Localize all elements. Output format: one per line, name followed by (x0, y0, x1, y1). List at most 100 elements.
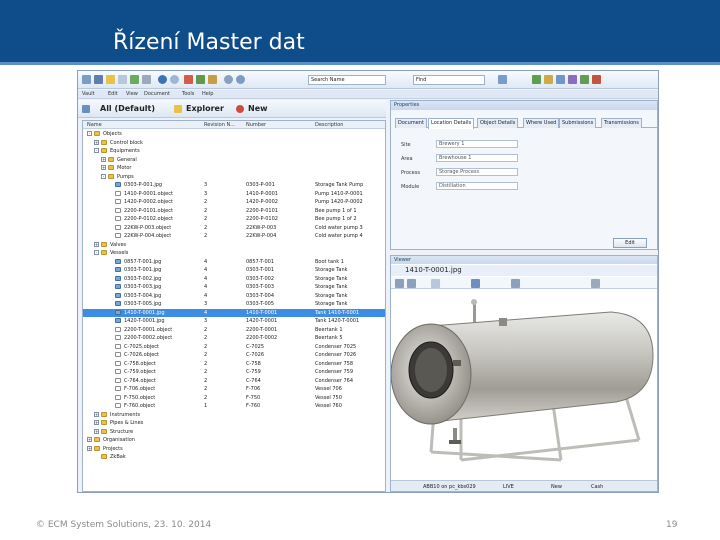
copy-icon[interactable] (118, 75, 127, 84)
tree-row[interactable]: 2200-T-0002.object 2 2200-T-0002 Beertank 5 (83, 334, 385, 342)
copy-design-icon[interactable] (208, 75, 217, 84)
tree-row[interactable]: + Projects (83, 445, 385, 453)
menu-view[interactable]: View (126, 91, 138, 97)
tree-row[interactable]: + Valves (83, 241, 385, 249)
tree-row[interactable]: + Instruments (83, 411, 385, 419)
tool-icon-4[interactable] (568, 75, 577, 84)
tree-row[interactable]: 2200-P-0101.object 2 2200-P-0101 Bee pump 1… (83, 207, 385, 215)
search-input[interactable]: Find (413, 75, 485, 85)
tree-row[interactable]: 0303-T-002.jpg 4 0303-T-002 Storage Tank (83, 275, 385, 283)
col-number[interactable]: Number (246, 122, 266, 128)
print-icon[interactable] (142, 75, 151, 84)
home-icon[interactable] (82, 75, 91, 84)
tree-row[interactable]: 22KW-P-004.object 2 22KW-P-004 Cold water p… (83, 232, 385, 240)
menu-tools[interactable]: Tools (182, 91, 194, 97)
fit-icon[interactable] (431, 279, 440, 288)
expand-toggle-icon[interactable]: + (87, 437, 92, 442)
tree-row[interactable]: C-764.object 2 C-764 Condenser 764 (83, 377, 385, 385)
expand-toggle-icon[interactable]: + (94, 411, 99, 417)
tree-row[interactable]: 1420-P-0002.object 2 1420-P-0002 Pump 1420-… (83, 198, 385, 206)
tree-row[interactable]: 2200-P-0102.object 2 2200-P-0102 Bee pump 1… (83, 215, 385, 223)
tree-row[interactable]: - Equipments (83, 147, 385, 155)
tree-row[interactable]: - Vessels (83, 249, 385, 257)
tool-icon-6[interactable] (592, 75, 601, 84)
checkout-icon[interactable] (184, 75, 193, 84)
menu-help[interactable]: Help (202, 91, 213, 97)
tree-row[interactable]: + General (83, 156, 385, 164)
area-field[interactable]: Brewhouse 1 (436, 154, 518, 162)
tab-document[interactable]: Document (395, 118, 427, 128)
tree-row[interactable]: - Pumps (83, 173, 385, 181)
site-field[interactable]: Brewery 1 (436, 140, 518, 148)
col-name[interactable]: Name (87, 122, 102, 128)
tree-row[interactable]: F-706.object 2 F-706 Vessel 706 (83, 385, 385, 393)
zoom-out-icon[interactable] (407, 279, 416, 288)
tab-transmissions[interactable]: Transmissions (601, 118, 642, 128)
expand-toggle-icon[interactable]: + (94, 428, 99, 434)
tree-row[interactable]: 2200-T-0001.object 2 2200-T-0001 Beertank 1 (83, 326, 385, 334)
tree-row[interactable]: C-758.object 2 C-758 Condenser 758 (83, 360, 385, 368)
tree-row[interactable]: C-7026.object 2 C-7026 Condenser 7026 (83, 351, 385, 359)
menu-document[interactable]: Document (144, 91, 170, 97)
tab-location-details[interactable]: Location Details (428, 118, 475, 129)
pan-icon[interactable] (471, 279, 480, 288)
search-go-icon[interactable] (498, 75, 507, 84)
tree-row[interactable]: 1410-T-0001.jpg 4 1410-T-0001 Tank 1410-T-0… (83, 308, 385, 317)
tree-row[interactable]: 1420-T-0001.jpg 3 1420-T-0001 Tank 1420-T-0… (83, 317, 385, 325)
tree-row[interactable]: 1410-P-0001.object 3 1410-P-0001 Pump 1410-… (83, 190, 385, 198)
back-icon[interactable] (158, 75, 167, 84)
tree-row[interactable]: 0303-T-003.jpg 4 0303-T-003 Storage Tank (83, 283, 385, 291)
tree-row[interactable]: 0303-T-001.jpg 4 0303-T-001 Storage Tank (83, 266, 385, 274)
tree-row[interactable]: 0303-T-005.jpg 3 0303-T-005 Storage Tank (83, 300, 385, 308)
search-mode-select[interactable]: Search Name (308, 75, 386, 85)
tree-row[interactable]: 0303-T-004.jpg 4 0303-T-004 Storage Tank (83, 292, 385, 300)
checkin-icon[interactable] (196, 75, 205, 84)
expand-toggle-icon[interactable]: + (94, 420, 99, 425)
tree-row[interactable]: F-750.object 2 F-750 Vessel 750 (83, 394, 385, 402)
expand-toggle-icon[interactable]: + (101, 165, 106, 170)
vault-tree[interactable]: Name Revision N... Number Description - O… (82, 120, 386, 492)
tab-where-used[interactable]: Where Used (523, 118, 560, 128)
explorer-button[interactable]: Explorer (186, 104, 224, 113)
expand-toggle-icon[interactable]: - (94, 250, 99, 255)
menu-edit[interactable]: Edit (108, 91, 118, 97)
tree-row[interactable]: + Control block (83, 139, 385, 147)
tree-row[interactable]: - Objects (83, 130, 385, 138)
status-new[interactable]: New (551, 484, 562, 490)
new-button[interactable]: New (248, 104, 268, 113)
find-icon[interactable] (224, 75, 233, 84)
tree-row[interactable]: 22KW-P-003.object 2 22KW-P-003 Cold water p… (83, 224, 385, 232)
expand-toggle-icon[interactable]: - (94, 148, 99, 153)
tree-row[interactable]: 0303-P-001.jpg 3 0303-P-001 Storage Tank Pu… (83, 181, 385, 189)
expand-toggle-icon[interactable]: - (87, 131, 92, 136)
expand-toggle-icon[interactable]: + (101, 156, 106, 162)
edit-button[interactable]: Edit (613, 238, 647, 248)
tree-row[interactable]: + Structure (83, 428, 385, 436)
tree-row[interactable]: F-760.object 1 F-760 Vessel 760 (83, 402, 385, 410)
expand-toggle-icon[interactable]: + (87, 445, 92, 451)
tree-row[interactable]: + Organisation (83, 436, 385, 444)
expand-toggle-icon[interactable]: - (101, 173, 106, 179)
tool-icon-3[interactable] (556, 75, 565, 84)
tree-row[interactable]: + Motor (83, 164, 385, 172)
status-cash[interactable]: Cash (591, 484, 603, 490)
forward-icon[interactable] (170, 75, 179, 84)
print-view-icon[interactable] (591, 279, 600, 288)
col-revision[interactable]: Revision N... (204, 122, 235, 128)
tool-icon-2[interactable] (544, 75, 553, 84)
filter-select[interactable]: All (Default) (100, 104, 155, 113)
expand-toggle-icon[interactable]: + (94, 241, 99, 247)
tree-row[interactable]: + Pipes & Lines (83, 419, 385, 427)
tool-icon-5[interactable] (580, 75, 589, 84)
tab-submissions[interactable]: Submissions (559, 118, 597, 128)
expand-toggle-icon[interactable]: + (94, 139, 99, 145)
tool-icon-1[interactable] (532, 75, 541, 84)
zoom-in-icon[interactable] (395, 279, 404, 288)
rotate-icon[interactable] (511, 279, 520, 288)
help-icon[interactable] (236, 75, 245, 84)
tab-object-details[interactable]: Object Details (477, 118, 519, 128)
refresh-icon[interactable] (130, 75, 139, 84)
process-field[interactable]: Storage Process (436, 168, 518, 176)
tree-row[interactable]: C-759.object 2 C-759 Condenser 759 (83, 368, 385, 376)
save-icon[interactable] (94, 75, 103, 84)
